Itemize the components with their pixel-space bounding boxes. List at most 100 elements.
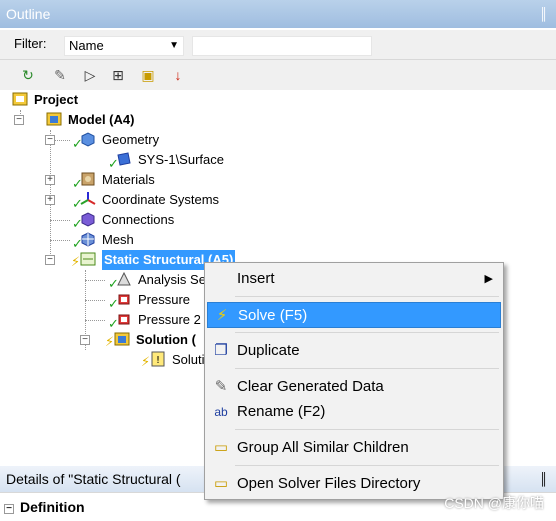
tree-item-model[interactable]: Model (A4) <box>46 110 134 130</box>
pressure-icon <box>116 291 134 307</box>
svg-text:!: ! <box>156 355 160 366</box>
menu-item-label: Open Solver Files Directory <box>237 475 421 492</box>
menu-item-label: Rename (F2) <box>237 403 326 420</box>
pin-icon[interactable]: ║ <box>539 0 548 28</box>
folder-icon: ▭ <box>213 439 229 456</box>
outline-title: Outline <box>6 6 51 22</box>
tree-label-solution: Solution ( <box>136 332 196 347</box>
details-title: Details of "Static Structural ( <box>6 471 181 487</box>
eraser-icon: ✎ <box>214 378 228 395</box>
eraser-icon[interactable]: ✎ <box>50 65 70 85</box>
outline-title-bar: Outline ║ <box>0 0 556 28</box>
filter-search-input[interactable] <box>192 36 372 56</box>
tree-item-solution[interactable]: ⚡ Solution ( <box>105 330 196 350</box>
tree-item-analysis-settings[interactable]: ✓ Analysis Se <box>108 270 206 291</box>
info-warning-icon: ! <box>150 351 168 367</box>
tree-connector <box>85 280 105 281</box>
duplicate-icon: ❐ <box>214 342 228 359</box>
collapse-toggle[interactable]: − <box>45 135 55 145</box>
tree-label-coordinate-systems: Coordinate Systems <box>102 192 220 207</box>
collapse-toggle[interactable]: − <box>14 115 24 125</box>
tree-label-surface: SYS-1\Surface <box>138 152 224 167</box>
filter-selected-value: Name <box>69 38 104 53</box>
connections-icon <box>80 211 98 227</box>
lightning-icon: ⚡ <box>216 307 228 324</box>
lightning-icon: ⚡ <box>141 354 151 369</box>
analysis-settings-icon <box>116 271 134 287</box>
submenu-arrow-icon: ▶ <box>484 273 493 285</box>
tree-connector <box>85 300 105 301</box>
menu-item-clear-generated-data[interactable]: ✎ Clear Generated Data <box>207 374 501 400</box>
axes-icon <box>80 191 98 207</box>
menu-separator <box>235 368 499 369</box>
tree-item-project[interactable]: Project <box>12 90 78 110</box>
geometry-icon <box>80 131 98 147</box>
tree-item-solution-information[interactable]: ⚡ ! Soluti <box>141 350 205 370</box>
tree-item-connections[interactable]: ✓ Connections <box>72 210 175 231</box>
refresh-icon[interactable]: ↻ <box>18 65 38 85</box>
tree-connector <box>50 240 70 241</box>
tree-label-materials: Materials <box>102 172 155 187</box>
tree-item-materials[interactable]: ✓ Materials <box>72 170 155 191</box>
menu-item-label: Solve (F5) <box>238 307 308 324</box>
menu-item-duplicate[interactable]: ❐ Duplicate <box>207 338 501 364</box>
expand-toggle[interactable]: + <box>45 195 55 205</box>
collapse-arrow-icon[interactable]: ▷ <box>80 65 100 85</box>
filter-select[interactable]: Name ▼ <box>64 36 184 56</box>
menu-separator <box>235 296 499 297</box>
materials-icon <box>80 171 98 187</box>
menu-item-group-all-similar-children[interactable]: ▭ Group All Similar Children <box>207 435 501 461</box>
expand-all-icon[interactable]: ⊞ <box>108 65 128 85</box>
outline-toolbar: ↻ ✎ ▷ ⊞ ▣ ↓ <box>0 60 556 90</box>
chevron-down-icon[interactable]: ▼ <box>169 37 179 55</box>
tree-connector <box>85 320 105 321</box>
menu-item-rename[interactable]: ab Rename (F2) <box>207 399 501 425</box>
menu-item-label: Group All Similar Children <box>237 439 409 456</box>
lightning-icon: ⚡ <box>71 254 81 269</box>
project-icon <box>12 91 30 107</box>
tree-label-geometry: Geometry <box>102 132 160 147</box>
menu-item-label: Insert <box>237 270 275 287</box>
tree-item-mesh[interactable]: ✓ Mesh <box>72 230 134 251</box>
filter-label: Filter: <box>14 36 47 51</box>
sort-az-icon[interactable]: ↓ <box>168 65 188 85</box>
filter-row: Filter: Name ▼ <box>0 30 556 60</box>
collapse-toggle[interactable]: − <box>45 255 55 265</box>
tree-item-pressure-2[interactable]: ✓ Pressure 2 <box>108 310 201 331</box>
folder-icon: ▭ <box>213 475 229 492</box>
solution-icon <box>114 331 132 347</box>
pressure-icon <box>116 311 134 327</box>
model-icon <box>46 111 64 127</box>
tree-label-solution-information: Soluti <box>172 352 205 367</box>
tree-item-surface[interactable]: ✓ SYS-1\Surface <box>108 150 224 171</box>
tree-item-coordinate-systems[interactable]: ✓ Coordinate Systems <box>72 190 220 211</box>
pin-icon[interactable]: ║ <box>539 466 548 492</box>
folder-icon[interactable]: ▣ <box>138 65 158 85</box>
tree-label-project: Project <box>34 92 79 107</box>
menu-separator <box>235 332 499 333</box>
context-menu: Insert ▶ ⚡ Solve (F5) ❐ Duplicate ✎ Clea… <box>204 262 504 500</box>
expand-toggle[interactable]: + <box>45 175 55 185</box>
details-section-definition[interactable]: − Definition <box>4 497 85 517</box>
mesh-icon <box>80 231 98 247</box>
collapse-toggle[interactable]: − <box>80 335 90 345</box>
lightning-icon: ⚡ <box>105 334 115 349</box>
details-section-label: Definition <box>20 499 85 515</box>
menu-item-label: Clear Generated Data <box>237 378 384 395</box>
surface-icon <box>116 151 134 167</box>
tree-connector <box>50 220 70 221</box>
rename-icon: ab <box>214 405 228 419</box>
tree-item-pressure[interactable]: ✓ Pressure <box>108 290 190 311</box>
menu-item-label: Duplicate <box>237 342 300 359</box>
menu-separator <box>235 429 499 430</box>
menu-item-solve[interactable]: ⚡ Solve (F5) <box>207 302 501 328</box>
watermark: CSDN @康你喵 <box>444 495 544 511</box>
tree-label-pressure-2: Pressure 2 <box>138 312 201 327</box>
collapse-toggle[interactable]: − <box>4 504 14 514</box>
tree-label-analysis-settings: Analysis Se <box>138 272 206 287</box>
tree-label-connections: Connections <box>102 212 175 227</box>
tree-item-geometry[interactable]: ✓ Geometry <box>72 130 160 151</box>
menu-separator <box>235 465 499 466</box>
menu-item-insert[interactable]: Insert ▶ <box>207 266 501 292</box>
tree-label-mesh: Mesh <box>102 232 134 247</box>
